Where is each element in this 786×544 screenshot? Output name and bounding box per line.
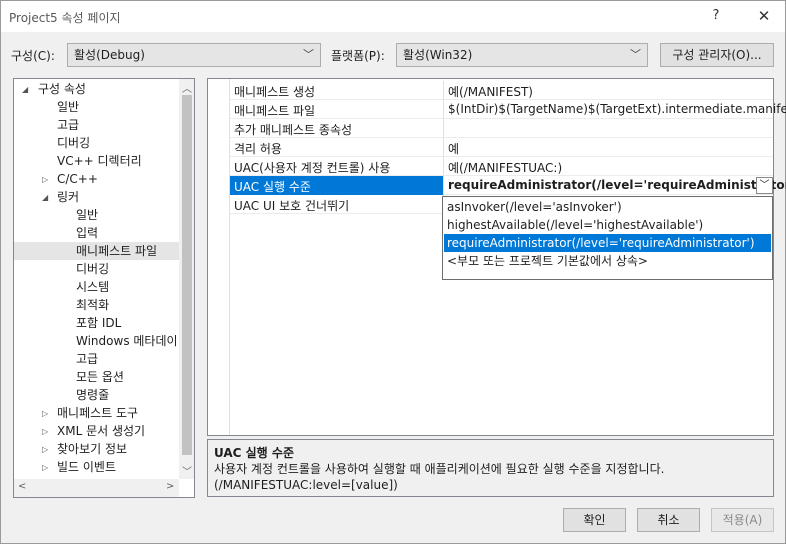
dropdown-option[interactable]: highestAvailable(/level='highestAvailabl… [444, 216, 771, 234]
tree-item[interactable]: 일반 [57, 98, 79, 116]
property-pages-dialog: Project5 속성 페이지 ? ✕ 구성(C): 활성(Debug) ﹀ 플… [0, 0, 786, 544]
tree-item[interactable]: 명령줄 [76, 386, 109, 404]
config-label: 구성(C): [11, 49, 55, 63]
property-value: 예(/MANIFESTUAC:) [448, 161, 563, 175]
column-divider [443, 100, 444, 119]
platform-label: 플랫폼(P): [331, 49, 385, 63]
collapsed-arrow-icon[interactable]: ▷ [42, 463, 48, 472]
config-select[interactable]: 활성(Debug) ﹀ [67, 43, 321, 67]
property-name: UAC(사용자 계정 컨트롤) 사용 [234, 161, 391, 175]
cancel-button[interactable]: 취소 [637, 508, 700, 532]
property-row[interactable]: UAC(사용자 계정 컨트롤) 사용 예(/MANIFESTUAC:) [230, 157, 773, 176]
tree-item[interactable]: 포함 IDL [76, 314, 121, 332]
property-name: UAC 실행 수준 [234, 180, 311, 194]
tree-item[interactable]: 최적화 [76, 296, 109, 314]
chevron-up-icon[interactable]: ︿ [179, 80, 194, 95]
chevron-right-icon[interactable]: > [166, 481, 174, 492]
tree-item[interactable]: 모든 옵션 [76, 368, 124, 386]
column-divider [443, 157, 444, 176]
collapsed-arrow-icon[interactable]: ▷ [42, 427, 48, 436]
property-value: $(IntDir)$(TargetName)$(TargetExt).inter… [448, 102, 786, 116]
property-row[interactable]: 추가 매니페스트 종속성 [230, 119, 773, 138]
tree-item-linker[interactable]: 링커 [57, 188, 79, 206]
description-panel: UAC 실행 수준 사용자 계정 컨트롤을 사용하여 실행할 때 애플리케이션에… [207, 439, 774, 497]
property-name: 매니페스트 생성 [234, 85, 316, 99]
column-divider [443, 176, 444, 195]
scrollbar-thumb[interactable] [182, 95, 192, 455]
tree-item-manifest-file[interactable]: 매니페스트 파일 [14, 242, 179, 260]
config-manager-button[interactable]: 구성 관리자(O)... [660, 43, 774, 67]
dropdown-option[interactable]: <부모 또는 프로젝트 기본값에서 상속> [444, 252, 771, 270]
property-row[interactable]: 매니페스트 파일 $(IntDir)$(TargetName)$(TargetE… [230, 100, 786, 119]
tree-item[interactable]: XML 문서 생성기 [57, 422, 145, 440]
tree-horizontal-scrollbar[interactable]: < > [14, 479, 179, 497]
platform-select-value: 활성(Win32) [403, 48, 473, 62]
tree-item[interactable]: 디버깅 [57, 134, 90, 152]
tree-item[interactable]: 고급 [76, 350, 98, 368]
property-row[interactable]: 매니페스트 생성 예(/MANIFEST) [230, 81, 773, 100]
column-divider [443, 81, 444, 100]
column-divider [443, 119, 444, 138]
tree-item[interactable]: 찾아보기 정보 [57, 440, 127, 458]
property-value: 예(/MANIFEST) [448, 85, 533, 99]
collapsed-arrow-icon[interactable]: ▷ [42, 409, 48, 418]
ok-button[interactable]: 확인 [563, 508, 626, 532]
property-value[interactable]: requireAdministrator(/level='requireAdmi… [448, 178, 786, 192]
tree-item[interactable]: C/C++ [57, 170, 98, 188]
chevron-down-icon: ﹀ [303, 48, 314, 61]
tree-item[interactable]: Windows 메타데이 [76, 332, 179, 350]
property-name: 추가 매니페스트 종속성 [234, 123, 353, 137]
close-button[interactable]: ✕ [749, 5, 779, 27]
help-button[interactable]: ? [701, 5, 731, 27]
config-select-value: 활성(Debug) [74, 48, 145, 62]
expanded-arrow-icon[interactable]: ◢ [22, 85, 28, 94]
chevron-down-icon: ﹀ [630, 48, 641, 61]
description-text: 사용자 계정 컨트롤을 사용하여 실행할 때 애플리케이션에 필요한 실행 수준… [214, 461, 664, 493]
column-divider [443, 138, 444, 157]
chevron-left-icon[interactable]: < [18, 481, 26, 492]
description-line: (/MANIFESTUAC:level=[value]) [214, 478, 398, 492]
property-name: UAC UI 보호 건너뛰기 [234, 199, 350, 213]
tree-item-label: 매니페스트 파일 [76, 244, 158, 258]
dropdown-option-selected[interactable]: requireAdministrator(/level='requireAdmi… [444, 234, 771, 252]
category-tree[interactable]: ◢ 구성 속성 일반 고급 디버깅 VC++ 디렉터리 ▷ C/C++ ◢ 링커… [13, 78, 195, 498]
description-title: UAC 실행 수준 [214, 446, 294, 460]
property-name: 매니페스트 파일 [234, 104, 316, 118]
description-line: 사용자 계정 컨트롤을 사용하여 실행할 때 애플리케이션에 필요한 실행 수준… [214, 462, 665, 476]
chevron-down-icon[interactable]: ﹀ [179, 463, 194, 478]
property-row-uac-execution-level[interactable]: UAC 실행 수준 requireAdministrator(/level='r… [230, 176, 786, 195]
chevron-down-icon[interactable]: ﹀ [756, 177, 773, 194]
tree-item[interactable]: 매니페스트 도구 [57, 404, 138, 422]
tree-item-config-properties[interactable]: 구성 속성 [38, 80, 86, 98]
tree-item[interactable]: 일반 [76, 206, 98, 224]
collapsed-arrow-icon[interactable]: ▷ [42, 175, 48, 184]
tree-vertical-scrollbar[interactable]: ︿ ﹀ [179, 79, 194, 479]
uac-level-dropdown-list[interactable]: asInvoker(/level='asInvoker') highestAva… [442, 196, 773, 280]
dropdown-option[interactable]: asInvoker(/level='asInvoker') [444, 198, 771, 216]
platform-select[interactable]: 활성(Win32) ﹀ [396, 43, 648, 67]
tree-item[interactable]: 빌드 이벤트 [57, 458, 116, 476]
tree-item[interactable]: 고급 [57, 116, 79, 134]
tree-item[interactable]: VC++ 디렉터리 [57, 152, 142, 170]
window-title: Project5 속성 페이지 [9, 11, 121, 25]
grid-gutter [208, 79, 230, 435]
collapsed-arrow-icon[interactable]: ▷ [42, 445, 48, 454]
property-row[interactable]: 격리 허용 예 [230, 138, 773, 157]
tree-item[interactable]: 입력 [76, 224, 98, 242]
apply-button[interactable]: 적용(A) [711, 508, 774, 532]
title-bar: Project5 속성 페이지 ? ✕ [1, 1, 785, 32]
property-name: 격리 허용 [234, 142, 282, 156]
tree-item[interactable]: 디버깅 [76, 260, 109, 278]
property-value: 예 [448, 142, 460, 156]
tree-item[interactable]: 시스템 [76, 278, 109, 296]
expanded-arrow-icon[interactable]: ◢ [42, 193, 48, 202]
